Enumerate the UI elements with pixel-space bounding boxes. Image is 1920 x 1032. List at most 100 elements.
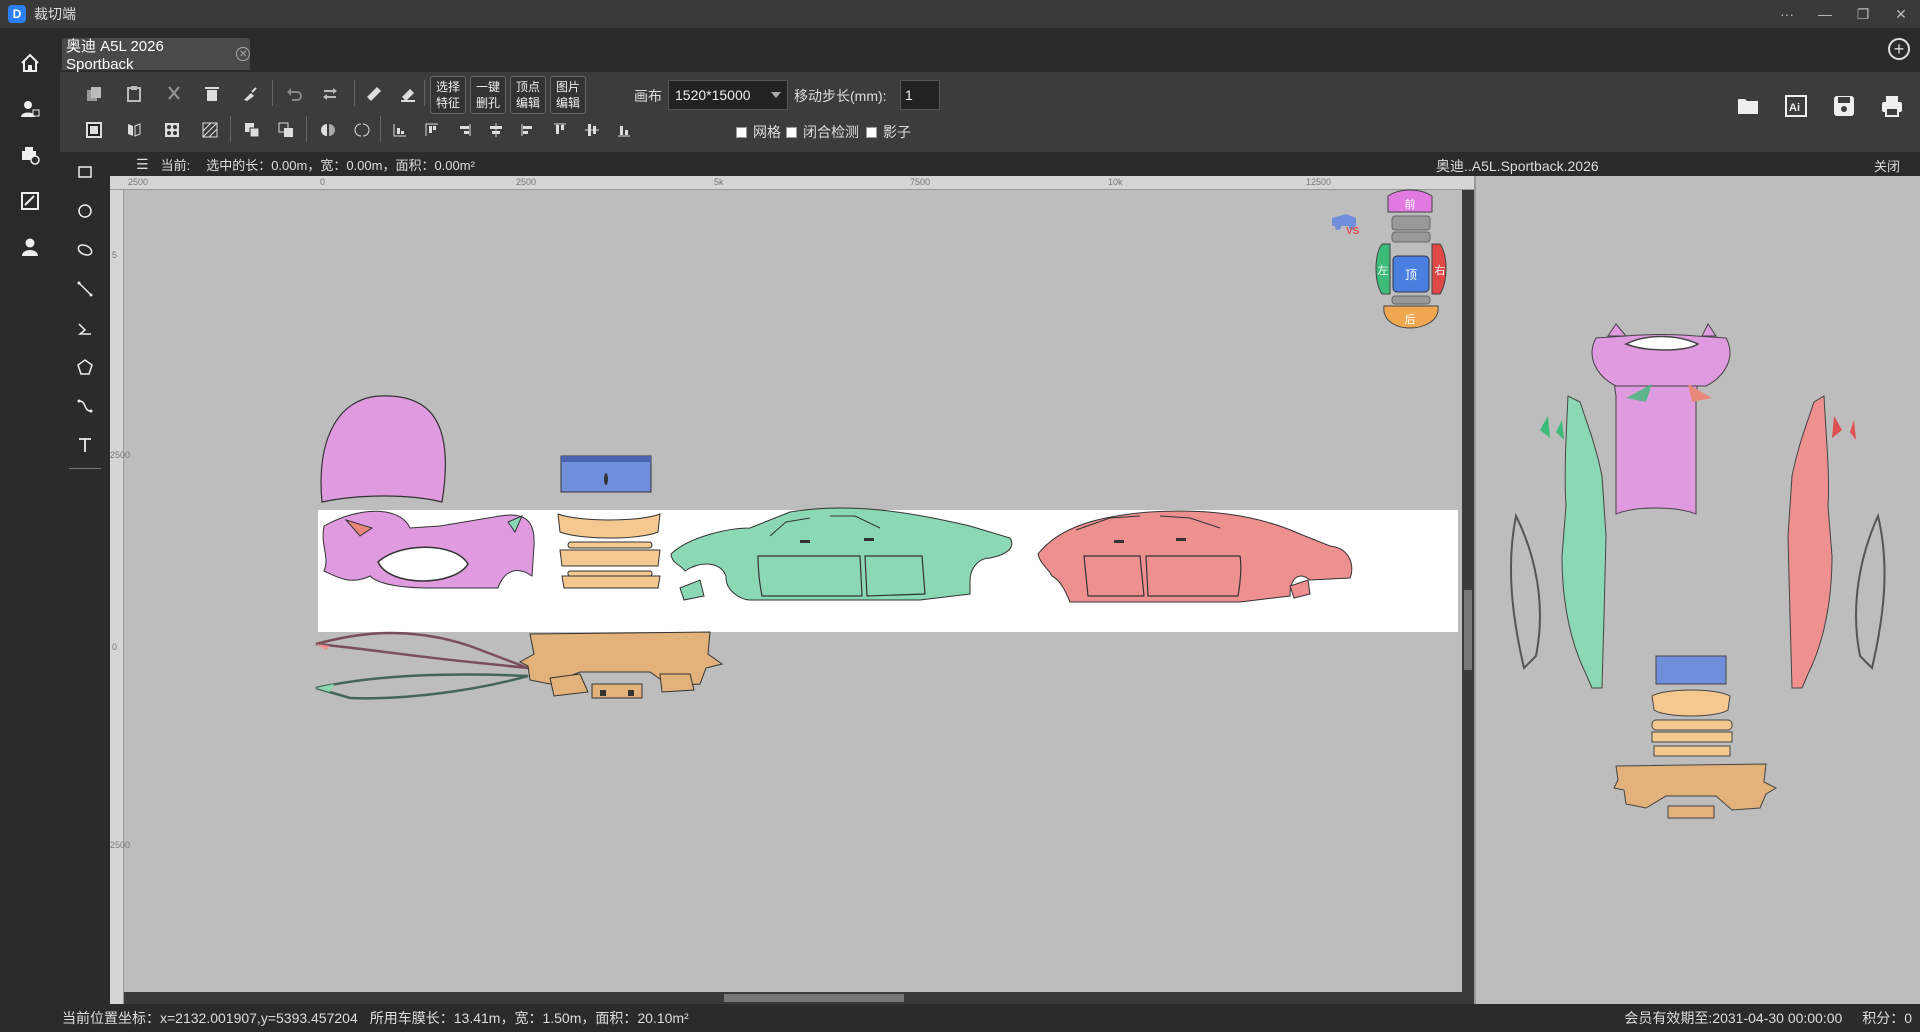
minimize-button[interactable]: — [1806, 0, 1844, 28]
brush-icon[interactable] [238, 82, 262, 106]
flip-horizontal-icon[interactable] [316, 118, 340, 142]
sill-strip-piece[interactable] [315, 631, 529, 670]
bumper-strip-piece[interactable] [561, 575, 661, 589]
shadow-label: 影子 [883, 124, 911, 140]
view-left-label[interactable]: 左 [1378, 264, 1389, 277]
tab-project[interactable]: 奥迪 A5L 2026 Sportback ✕ [62, 38, 250, 73]
grid-pieces-icon[interactable] [160, 118, 184, 142]
text-tool-icon[interactable] [60, 425, 110, 464]
preview-drawing [1509, 323, 1886, 819]
film-usage: 所用车膜长：13.41m，宽：1.50m，面积：20.10m² [369, 1010, 689, 1026]
fill-icon[interactable] [82, 118, 106, 142]
app-title: 裁切端 [34, 6, 76, 22]
home-icon[interactable] [0, 40, 60, 86]
step-input[interactable]: 1 [900, 80, 940, 110]
align-top-left-icon[interactable] [420, 118, 444, 142]
bezier-tool-icon[interactable] [60, 386, 110, 425]
drawing-tools [60, 152, 110, 1004]
flip-vertical-icon[interactable] [350, 118, 374, 142]
align-center-horizontal-icon[interactable] [484, 118, 508, 142]
view-cube[interactable]: 前 左 顶 右 后 [1375, 189, 1447, 329]
align-top-icon[interactable] [548, 118, 572, 142]
profile-icon[interactable] [0, 224, 60, 270]
tab-close-icon[interactable]: ✕ [236, 47, 250, 61]
tab-bar: 奥迪 A5L 2026 Sportback ✕ + [60, 28, 1920, 73]
open-folder-icon[interactable] [1734, 92, 1762, 120]
step-label: 移动步长(mm): [794, 88, 887, 104]
line-tool-icon[interactable] [60, 269, 110, 308]
redo-icon[interactable] [318, 82, 342, 106]
save-icon[interactable] [1830, 92, 1858, 120]
sill-strip-piece[interactable] [315, 673, 529, 700]
subtract-icon[interactable] [274, 118, 298, 142]
select-feature-button[interactable]: 选择 特征 [430, 76, 466, 114]
status-bar: 当前位置坐标：x=2132.001907,y=5393.457204 所用车膜长… [60, 1004, 1920, 1032]
preview-title: 奥迪..A5L.Sportback.2026 [1436, 158, 1599, 174]
more-options-icon[interactable]: ··· [1768, 0, 1806, 28]
vertex-edit-button[interactable]: 顶点 编辑 [510, 76, 546, 114]
canvas-size-select[interactable]: 1520*15000 [668, 80, 788, 110]
paste-icon[interactable] [122, 82, 146, 106]
hood-piece[interactable] [320, 395, 446, 503]
current-label: 当前: [160, 157, 191, 173]
preview-right-side [1787, 395, 1833, 689]
bumper-strip-piece[interactable] [559, 549, 661, 567]
align-right-icon[interactable] [452, 118, 476, 142]
vertical-scrollbar[interactable] [1462, 190, 1474, 1004]
copy-icon[interactable] [82, 82, 106, 106]
add-tab-icon[interactable]: + [1888, 38, 1910, 60]
preview-left-side [1561, 395, 1607, 689]
printer-settings-icon[interactable] [0, 132, 60, 178]
list-menu-icon[interactable]: ☰ [136, 156, 149, 173]
mirror-icon[interactable] [122, 118, 146, 142]
view-top-label[interactable]: 顶 [1405, 268, 1417, 282]
align-center-vertical-icon[interactable] [580, 118, 604, 142]
shadow-checkbox[interactable]: 影子 [866, 122, 911, 142]
canvas-size-value: 1520*15000 [675, 87, 751, 103]
vs-label: VS [1346, 226, 1360, 237]
edit-chart-icon[interactable] [0, 178, 60, 224]
selection-dimensions: 选中的长：0.00m，宽：0.00m，面积：0.00m² [206, 157, 475, 173]
layout-preview-panel [1474, 176, 1920, 1004]
close-window-button[interactable]: ✕ [1882, 0, 1920, 28]
canvas-label: 画布 [634, 88, 662, 104]
undo-icon[interactable] [282, 82, 306, 106]
toolbar: 选择 特征 一键 删孔 顶点 编辑 图片 编辑 画布 1520*15000 移动… [60, 72, 1920, 152]
user-manage-icon[interactable] [0, 86, 60, 132]
tab-label: 奥迪 A5L 2026 Sportback [66, 38, 164, 73]
align-bottom-icon[interactable] [612, 118, 636, 142]
preview-rear-bumper [1613, 763, 1778, 811]
horizontal-scrollbar[interactable] [124, 992, 1462, 1004]
union-icon[interactable] [240, 118, 264, 142]
cursor-position: 当前位置坐标：x=2132.001907,y=5393.457204 [62, 1010, 358, 1026]
closed-check-checkbox[interactable]: 闭合检测 [786, 122, 859, 142]
restore-button[interactable]: ❐ [1844, 0, 1882, 28]
one-click-hole-button[interactable]: 一键 删孔 [470, 76, 506, 114]
circle-tool-icon[interactable] [60, 191, 110, 230]
polyline-tool-icon[interactable] [60, 308, 110, 347]
print-icon[interactable] [1878, 92, 1906, 120]
hatch-icon[interactable] [198, 118, 222, 142]
grid-checkbox[interactable]: 网格 [736, 122, 781, 142]
view-right-label[interactable]: 右 [1435, 263, 1446, 277]
import-ai-icon[interactable]: Ai [1782, 92, 1810, 120]
selection-info-bar: ☰ 当前: 选中的长：0.00m，宽：0.00m，面积：0.00m² [110, 152, 1920, 176]
align-bottom-left-icon[interactable] [388, 118, 412, 142]
polygon-tool-icon[interactable] [60, 347, 110, 386]
image-edit-button[interactable]: 图片 编辑 [550, 76, 586, 114]
close-preview-button[interactable]: 关闭 [1874, 156, 1900, 175]
align-left-icon[interactable] [516, 118, 540, 142]
cut-icon[interactable] [162, 82, 186, 106]
membership-expiry: 会员有效期至:2031-04-30 00:00:00 [1624, 1010, 1843, 1026]
chevron-down-icon [771, 92, 781, 98]
rectangle-tool-icon[interactable] [60, 152, 110, 191]
ruler-icon[interactable] [362, 82, 386, 106]
preview-roof [1655, 655, 1727, 685]
eraser-icon[interactable] [396, 82, 420, 106]
delete-icon[interactable] [200, 82, 224, 106]
view-front-label[interactable]: 前 [1405, 197, 1416, 211]
vs-compare-icon[interactable]: VS [1332, 214, 1360, 237]
canvas-work-area[interactable]: 2500 0 2500 5k 7500 10k 12500 5 2500 0 2… [110, 176, 1474, 1004]
ellipse-tool-icon[interactable] [60, 230, 110, 269]
view-back-label[interactable]: 后 [1405, 313, 1416, 326]
